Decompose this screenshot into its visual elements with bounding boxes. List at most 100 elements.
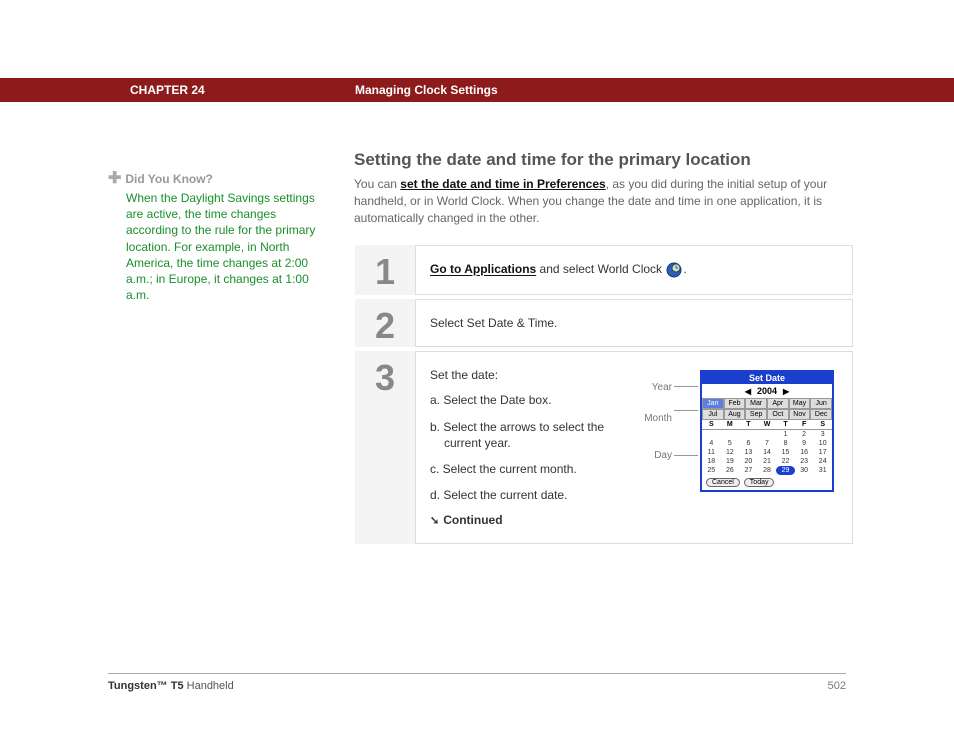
intro-paragraph: You can set the date and time in Prefere… [354,176,854,226]
label-year: Year [638,382,672,393]
continued-indicator: ➘ Continued [430,513,626,527]
day-26[interactable]: 26 [721,466,740,475]
day-5[interactable]: 5 [721,439,740,448]
world-clock-icon [666,262,682,278]
day-23[interactable]: 23 [795,457,814,466]
day-7[interactable]: 7 [758,439,777,448]
step-text: and select World Clock [536,263,665,277]
continued-label: Continued [443,513,502,527]
month-dec[interactable]: Dec [810,409,832,420]
day-21[interactable]: 21 [758,457,777,466]
day-empty [739,430,758,439]
day-18[interactable]: 18 [702,457,721,466]
go-to-applications-link[interactable]: Go to Applications [430,263,536,277]
day-19[interactable]: 19 [721,457,740,466]
set-date-dialog: Set Date ◀ 2004 ▶ JanFebMarAprMayJun JulA… [700,370,834,492]
day-3[interactable]: 3 [813,430,832,439]
plus-icon: ✚ [108,168,122,188]
cancel-button[interactable]: Cancel [706,478,740,487]
day-31[interactable]: 31 [813,466,832,475]
month-sep[interactable]: Sep [745,409,767,420]
footer: Tungsten™ T5 Handheld 502 [108,673,846,692]
step-2: 2 Select Set Date & Time. [355,299,853,351]
month-jan[interactable]: Jan [702,398,724,409]
day-25[interactable]: 25 [702,466,721,475]
page-number: 502 [828,680,846,692]
day-header: T [776,421,795,428]
section-title: Managing Clock Settings [355,83,498,97]
day-27[interactable]: 27 [739,466,758,475]
day-15[interactable]: 15 [776,448,795,457]
month-aug[interactable]: Aug [724,409,746,420]
label-month: Month [638,413,672,424]
day-1[interactable]: 1 [776,430,795,439]
day-2[interactable]: 2 [795,430,814,439]
year-next-arrow-icon[interactable]: ▶ [783,387,789,396]
dialog-buttons: Cancel Today [702,475,832,490]
day-6[interactable]: 6 [739,439,758,448]
day-header: M [721,421,740,428]
day-30[interactable]: 30 [795,466,814,475]
day-16[interactable]: 16 [795,448,814,457]
intro-prefix: You can [354,177,400,191]
substep-c: c. Select the current month. [430,461,626,477]
month-nov[interactable]: Nov [789,409,811,420]
substeps: a. Select the Date box. b. Select the ar… [430,392,626,503]
day-empty [721,430,740,439]
month-jul[interactable]: Jul [702,409,724,420]
step-title: Set the date: [430,368,626,382]
today-button[interactable]: Today [744,478,775,487]
preferences-link[interactable]: set the date and time in Preferences [400,177,605,191]
day-header: W [758,421,777,428]
year-prev-arrow-icon[interactable]: ◀ [745,387,751,396]
did-you-know-title: Did You Know? [125,172,213,186]
day-24[interactable]: 24 [813,457,832,466]
day-12[interactable]: 12 [721,448,740,457]
substep-d: d. Select the current date. [430,487,626,503]
step-1: 1 Go to Applications and select World Cl… [355,245,853,299]
day-29[interactable]: 29 [776,466,795,475]
chapter-label: CHAPTER 24 [130,83,205,97]
day-header: F [795,421,814,428]
day-22[interactable]: 22 [776,457,795,466]
steps-container: 1 Go to Applications and select World Cl… [354,244,854,549]
month-feb[interactable]: Feb [724,398,746,409]
day-17[interactable]: 17 [813,448,832,457]
month-may[interactable]: May [789,398,811,409]
day-11[interactable]: 11 [702,448,721,457]
step-text: Select Set Date & Time. [430,316,838,330]
day-28[interactable]: 28 [758,466,777,475]
day-20[interactable]: 20 [739,457,758,466]
day-header: T [739,421,758,428]
day-9[interactable]: 9 [795,439,814,448]
month-jun[interactable]: Jun [810,398,832,409]
substep-a: a. Select the Date box. [430,392,626,408]
header-bar: CHAPTER 24 Managing Clock Settings [0,78,954,102]
page-heading: Setting the date and time for the primar… [354,150,854,170]
calendar-callout-labels: Year Month Day [638,382,672,481]
year-selector: ◀ 2004 ▶ [702,384,832,398]
dialog-title: Set Date [702,372,832,384]
continued-arrow-icon: ➘ [430,515,439,527]
month-mar[interactable]: Mar [745,398,767,409]
step-number: 2 [355,299,415,347]
day-headers: SMTWTFS [702,420,832,430]
main-content: Setting the date and time for the primar… [354,150,854,549]
day-header: S [813,421,832,428]
product-rest: Handheld [184,680,234,692]
sidebar: ✚ Did You Know? When the Daylight Saving… [108,168,328,303]
calendar-figure: Year Month Day Set Date ◀ 2004 ▶ [638,368,838,518]
day-empty [702,430,721,439]
day-8[interactable]: 8 [776,439,795,448]
day-4[interactable]: 4 [702,439,721,448]
month-oct[interactable]: Oct [767,409,789,420]
tip-text: When the Daylight Savings settings are a… [126,190,328,303]
step-number: 3 [355,351,415,544]
day-14[interactable]: 14 [758,448,777,457]
day-10[interactable]: 10 [813,439,832,448]
month-apr[interactable]: Apr [767,398,789,409]
year-value: 2004 [757,386,777,396]
day-13[interactable]: 13 [739,448,758,457]
product-bold: Tungsten™ T5 [108,680,184,692]
product-name: Tungsten™ T5 Handheld [108,680,234,692]
